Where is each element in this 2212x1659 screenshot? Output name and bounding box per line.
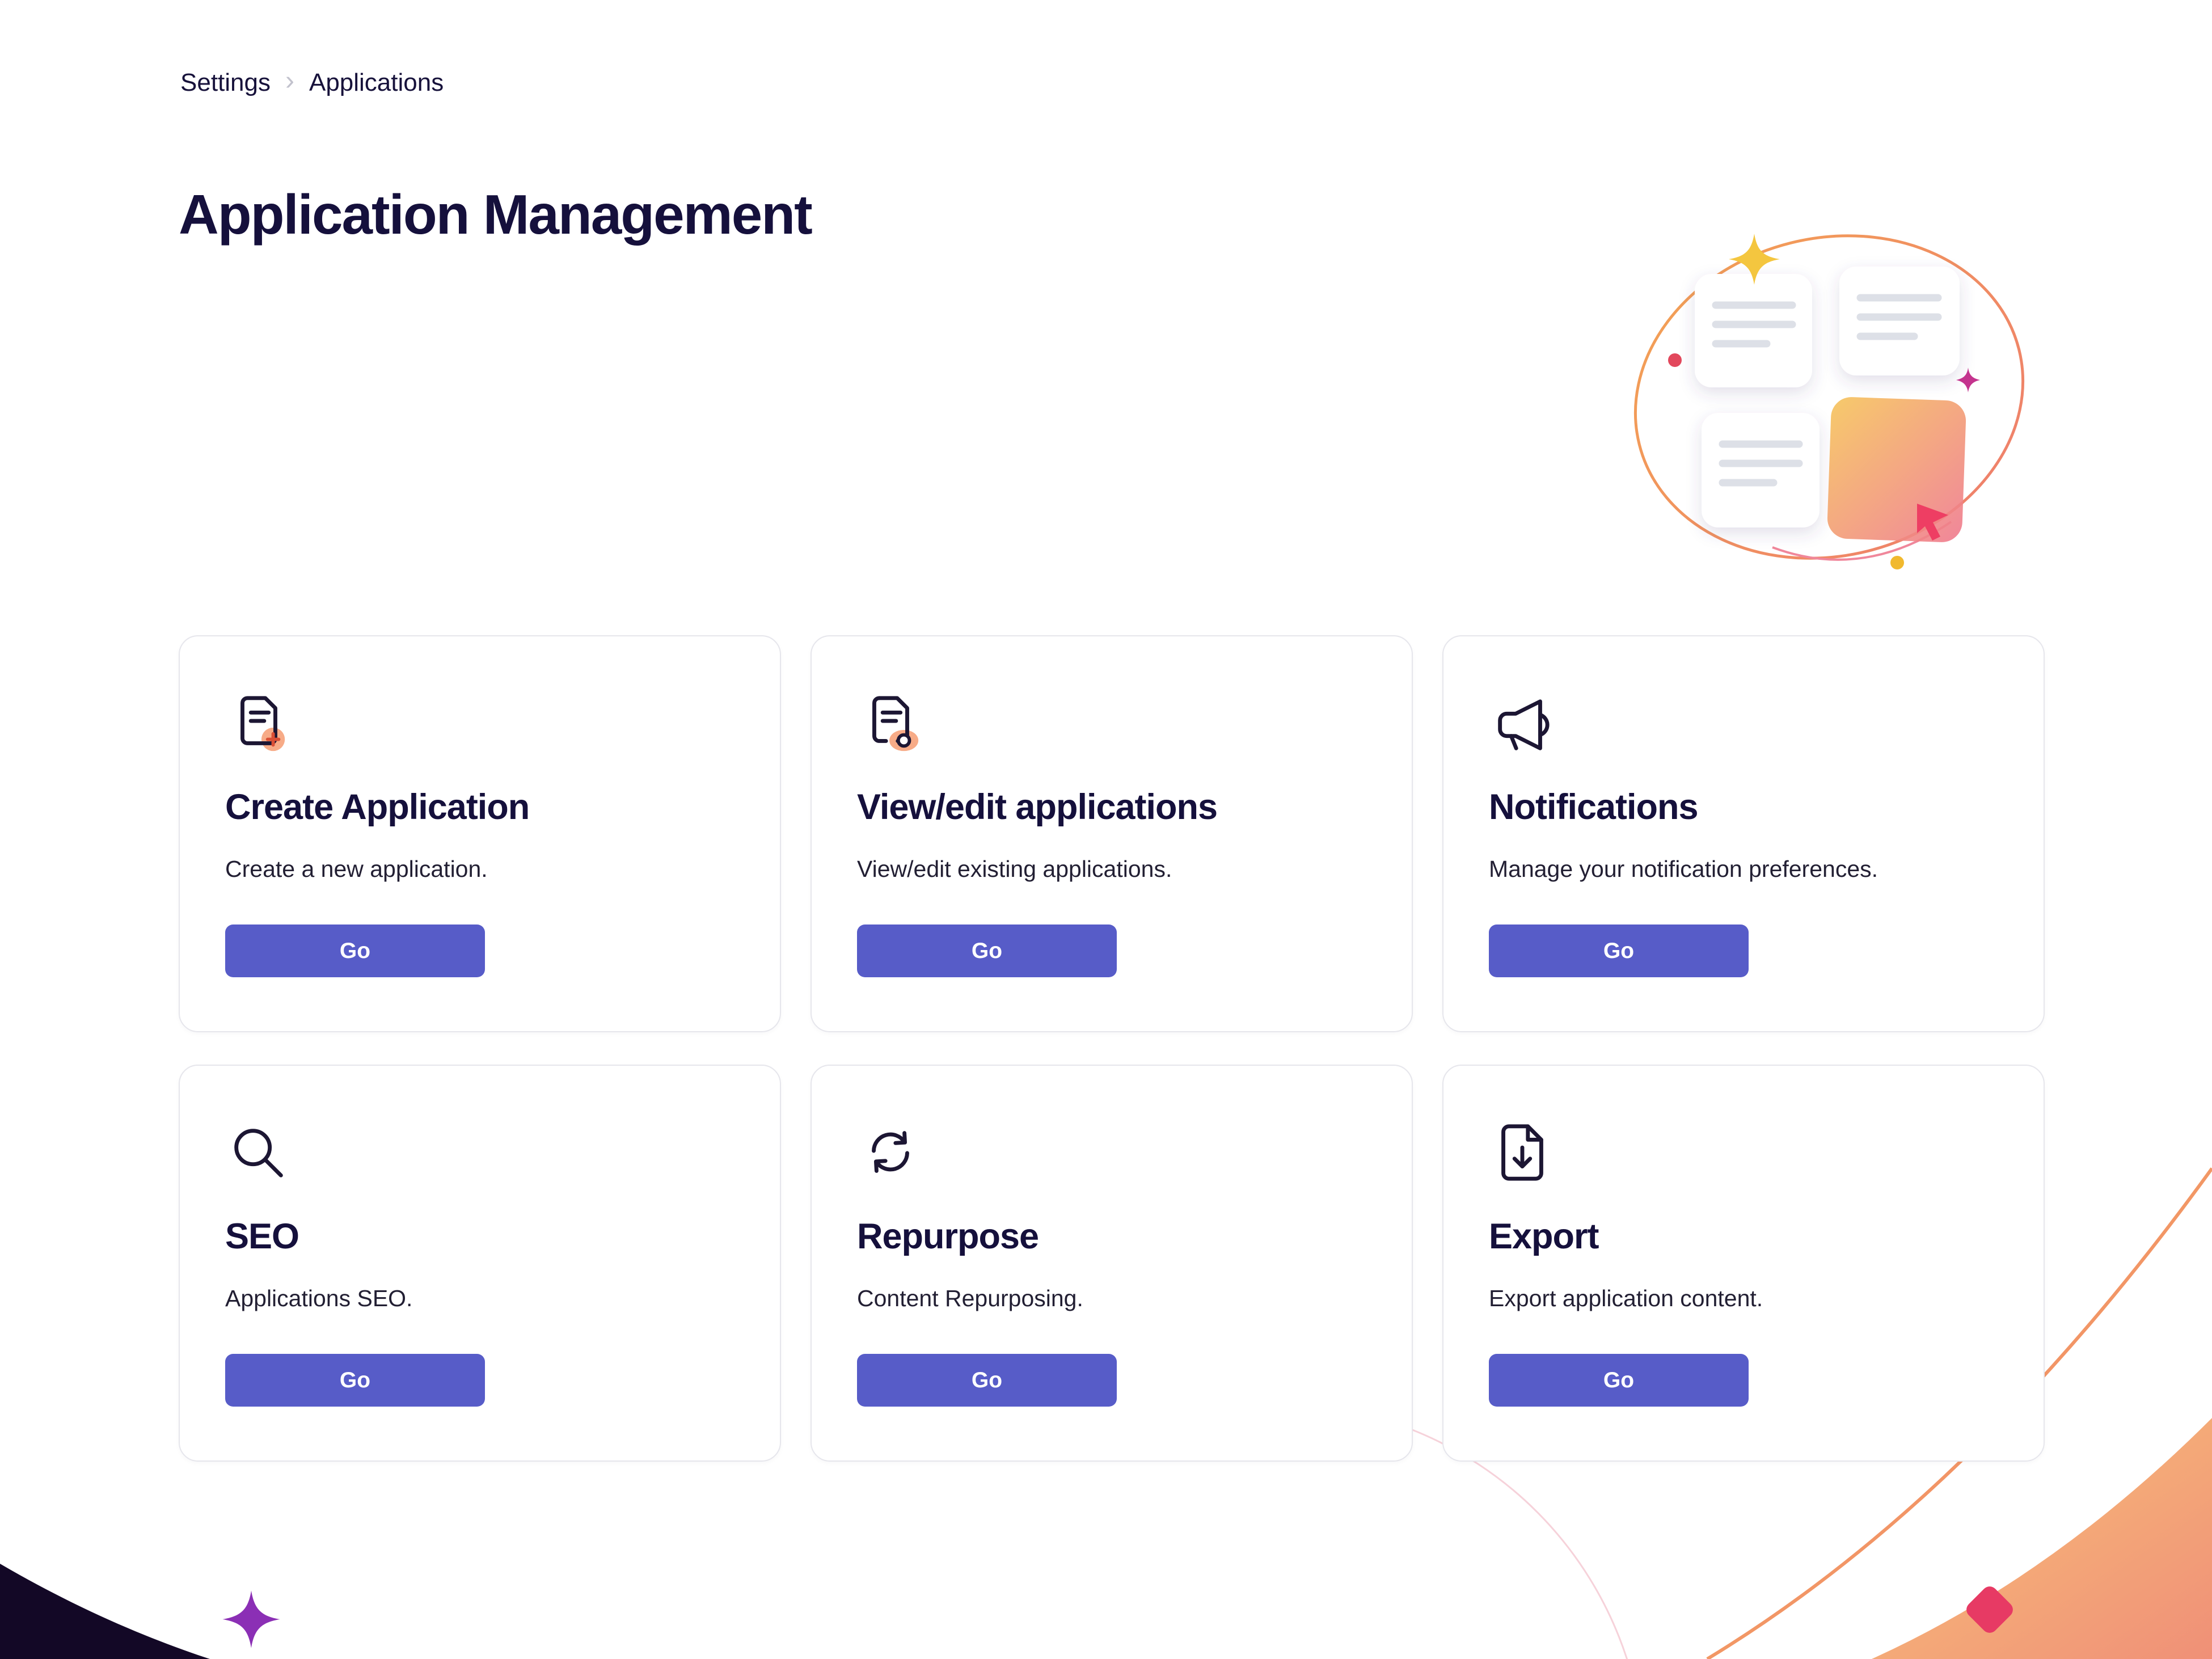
card-view-edit-applications: View/edit applications View/edit existin… bbox=[810, 635, 1413, 1032]
purple-sparkle-icon bbox=[220, 1588, 282, 1650]
document-card-2 bbox=[1839, 267, 1960, 375]
card-description: Create a new application. bbox=[225, 855, 734, 884]
search-icon bbox=[225, 1120, 292, 1187]
go-button-export[interactable]: Go bbox=[1489, 1354, 1749, 1407]
red-dot bbox=[1668, 353, 1682, 367]
document-card-3 bbox=[1702, 413, 1820, 527]
breadcrumb-applications: Applications bbox=[309, 69, 444, 97]
document-card-1 bbox=[1695, 274, 1812, 387]
card-notifications: Notifications Manage your notification p… bbox=[1442, 635, 2045, 1032]
card-title: Repurpose bbox=[857, 1216, 1366, 1257]
card-description: Applications SEO. bbox=[225, 1284, 734, 1313]
yellow-dot bbox=[1890, 556, 1904, 569]
go-button-notifications[interactable]: Go bbox=[1489, 925, 1749, 977]
page-title: Application Management bbox=[179, 183, 812, 247]
go-button-repurpose[interactable]: Go bbox=[857, 1354, 1117, 1407]
card-title: Create Application bbox=[225, 787, 734, 828]
documents-illustration bbox=[1631, 227, 2039, 613]
document-plus-icon bbox=[225, 690, 292, 757]
card-title: Notifications bbox=[1489, 787, 1998, 828]
card-description: View/edit existing applications. bbox=[857, 855, 1366, 884]
card-description: Export application content. bbox=[1489, 1284, 1998, 1313]
repurpose-cycle-icon bbox=[857, 1120, 924, 1187]
card-export: Export Export application content. Go bbox=[1442, 1065, 2045, 1462]
chevron-right-icon: › bbox=[285, 65, 294, 96]
megaphone-icon bbox=[1489, 690, 1556, 757]
document-export-icon bbox=[1489, 1120, 1556, 1187]
go-button-seo[interactable]: Go bbox=[225, 1354, 485, 1407]
pink-diamond-icon bbox=[1956, 1576, 2024, 1644]
gradient-square bbox=[1827, 396, 1967, 543]
go-button-view-edit-applications[interactable]: Go bbox=[857, 925, 1117, 977]
card-title: SEO bbox=[225, 1216, 734, 1257]
bottom-left-dark-corner bbox=[0, 1551, 210, 1659]
card-description: Manage your notification preferences. bbox=[1489, 855, 1998, 884]
card-title: View/edit applications bbox=[857, 787, 1366, 828]
card-seo: SEO Applications SEO. Go bbox=[179, 1065, 781, 1462]
cards-grid: Create Application Create a new applicat… bbox=[179, 635, 2045, 1462]
card-title: Export bbox=[1489, 1216, 1998, 1257]
breadcrumb-settings[interactable]: Settings bbox=[180, 69, 271, 97]
go-button-create-application[interactable]: Go bbox=[225, 925, 485, 977]
document-eye-icon bbox=[857, 690, 924, 757]
card-repurpose: Repurpose Content Repurposing. Go bbox=[810, 1065, 1413, 1462]
cursor-icon bbox=[1917, 504, 1948, 541]
card-description: Content Repurposing. bbox=[857, 1284, 1366, 1313]
card-create-application: Create Application Create a new applicat… bbox=[179, 635, 781, 1032]
breadcrumb: Settings › Applications bbox=[180, 67, 444, 98]
yellow-sparkle-icon bbox=[1729, 234, 1780, 285]
magenta-sparkle-icon bbox=[1956, 368, 1980, 392]
